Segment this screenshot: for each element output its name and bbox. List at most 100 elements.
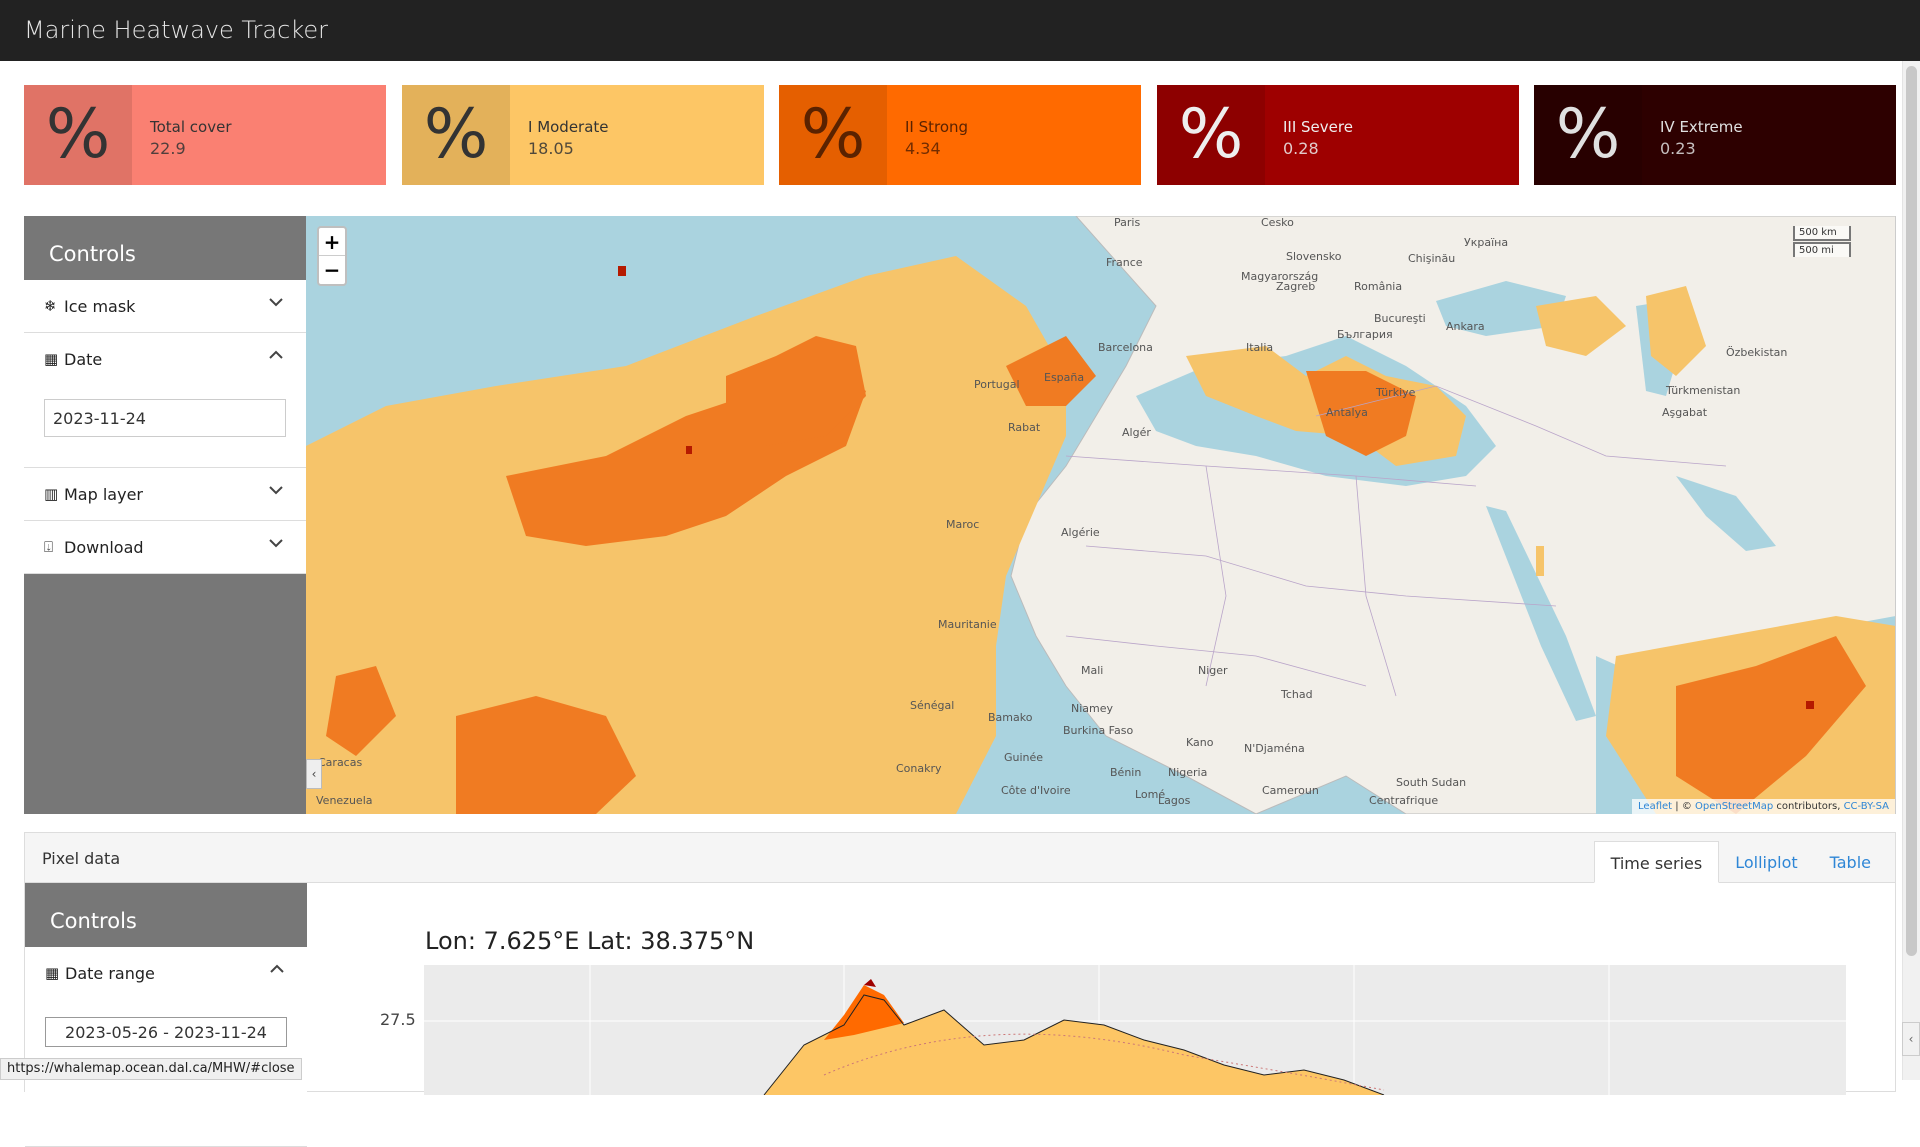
value-box-value: 0.28 (1283, 139, 1319, 158)
map-label: Zagreb (1276, 280, 1316, 293)
map-label: Côte d'Ivoire (1001, 784, 1071, 797)
status-bar-url: https://whalemap.ocean.dal.ca/MHW/#close (0, 1058, 302, 1080)
calendar-icon: ▦ (44, 350, 59, 368)
severe-patch (686, 446, 692, 454)
tab-lolliplot[interactable]: Lolliplot (1719, 841, 1813, 883)
pixel-data-header: Pixel data Time series Lolliplot Table (25, 833, 1895, 883)
percent-icon: % (402, 85, 510, 185)
map-label: Cameroun (1262, 784, 1319, 797)
pixel-controls-heading: Controls (50, 909, 137, 933)
value-box-value: 4.34 (905, 139, 941, 158)
map-label: Türkmenistan (1666, 384, 1741, 397)
tab-table[interactable]: Table (1814, 841, 1887, 883)
map-label: България (1337, 328, 1393, 341)
time-series-svg (424, 965, 1846, 1095)
license-link[interactable]: CC-BY-SA (1844, 801, 1889, 812)
calendar-icon: ▦ (45, 964, 60, 982)
chevron-up-icon[interactable] (268, 347, 284, 363)
map-label: South Sudan (1396, 776, 1467, 789)
plot-title: Lon: 7.625°E Lat: 38.375°N (425, 927, 755, 955)
chevron-down-icon[interactable] (268, 482, 284, 498)
ice-mask-label: Ice mask (64, 296, 136, 316)
collapse-sidebar-button[interactable]: ‹ (306, 759, 322, 789)
map-label: Paris (1114, 216, 1141, 229)
map-label: Niamey (1071, 702, 1114, 715)
value-box-title: I Moderate (528, 118, 609, 136)
zoom-in-button[interactable]: + (319, 228, 345, 256)
value-box-title: III Severe (1283, 118, 1353, 136)
map-label: Özbekistan (1726, 346, 1788, 359)
map-label: Mali (1081, 664, 1104, 677)
chevron-up-icon[interactable] (269, 961, 285, 977)
value-box: % IV Extreme 0.23 (1534, 85, 1896, 185)
map-label: España (1044, 371, 1085, 384)
map-label: Україна (1464, 236, 1509, 249)
map-label: Burkina Faso (1063, 724, 1134, 737)
percent-icon: % (1157, 85, 1265, 185)
controls-heading: Controls (24, 216, 306, 280)
map-label: Türkiye (1376, 386, 1416, 399)
map-label: Caracas (318, 756, 363, 769)
accordion-map-layer[interactable]: ▥ Map layer (24, 468, 306, 521)
date-input[interactable]: 2023-11-24 (44, 399, 286, 437)
map-label: Centrafrique (1369, 794, 1439, 807)
map-label: România (1354, 280, 1403, 293)
top-navbar: Marine Heatwave Tracker (0, 0, 1920, 61)
accordion-ice-mask[interactable]: ❄ Ice mask (24, 280, 306, 333)
download-label: Download (64, 537, 144, 557)
map-label: Bamako (988, 711, 1033, 724)
value-box: % I Moderate 18.05 (402, 85, 764, 185)
map-label: Bucureşti (1374, 312, 1426, 325)
map-label: Portugal (974, 378, 1020, 391)
map-label: Antalya (1326, 406, 1368, 419)
map-attribution: Leaflet | © OpenStreetMap contributors, … (1632, 799, 1895, 814)
accordion-date[interactable]: ▦ Date 2023-11-24 (24, 333, 306, 468)
zoom-out-button[interactable]: − (319, 256, 345, 284)
osm-link[interactable]: OpenStreetMap (1695, 801, 1773, 812)
date-label: Date (64, 349, 103, 369)
value-box: % III Severe 0.28 (1157, 85, 1519, 185)
map-label: Venezuela (316, 794, 373, 807)
chevron-down-icon[interactable] (268, 535, 284, 551)
map-label: Kano (1186, 736, 1214, 749)
heatwave-map[interactable]: Paris France Barcelona España Italia Alg… (306, 216, 1896, 814)
severe-patch (1806, 701, 1814, 709)
zoom-control: + − (317, 226, 347, 286)
severe-area (864, 979, 876, 987)
map-label: Bénin (1110, 766, 1142, 779)
app-title[interactable]: Marine Heatwave Tracker (24, 16, 328, 44)
attrib-sep: | © (1672, 801, 1695, 812)
page-scrollbar-thumb[interactable] (1906, 66, 1917, 956)
date-range-label: Date range (65, 963, 155, 983)
time-series-plot[interactable] (424, 965, 1846, 1095)
map-label: Nigeria (1168, 766, 1208, 779)
leaflet-link[interactable]: Leaflet (1638, 801, 1672, 812)
map-label: Algérie (1061, 526, 1100, 539)
map-label: N'Djaména (1244, 742, 1305, 755)
map-layer-label: Map layer (64, 484, 143, 504)
accordion-date-range[interactable]: ▦ Date range 2023-05-26 - 2023-11-24 (25, 947, 307, 1147)
value-box-value: 22.9 (150, 139, 186, 158)
map-label: Tchad (1281, 688, 1313, 701)
date-range-input[interactable]: 2023-05-26 - 2023-11-24 (45, 1017, 287, 1047)
side-collapse-button[interactable]: ‹ (1902, 1022, 1920, 1056)
map-label: France (1106, 256, 1143, 269)
percent-icon: % (1534, 85, 1642, 185)
map-label: Mauritanie (938, 618, 997, 631)
value-box: % Total cover 22.9 (24, 85, 386, 185)
map-controls-panel: Controls ❄ Ice mask ▦ Date 2023-11-24 ▥ … (24, 216, 306, 814)
map-scale: 500 km 500 mi (1793, 226, 1851, 257)
value-box-value: 0.23 (1660, 139, 1696, 158)
map-label: Chişinău (1408, 252, 1456, 265)
scale-km: 500 km (1793, 226, 1851, 241)
value-box-value: 18.05 (528, 139, 574, 158)
tab-time-series[interactable]: Time series (1593, 841, 1720, 883)
value-box-title: II Strong (905, 118, 969, 136)
value-box-title: IV Extreme (1660, 118, 1743, 136)
accordion-download[interactable]: ⍗ Download (24, 521, 306, 574)
map-label: Sénégal (910, 699, 955, 712)
chevron-down-icon[interactable] (268, 294, 284, 310)
map-label: Cesko (1261, 216, 1294, 229)
y-tick-label: 27.5 (380, 1010, 416, 1029)
map-label: Lagos (1158, 794, 1191, 807)
